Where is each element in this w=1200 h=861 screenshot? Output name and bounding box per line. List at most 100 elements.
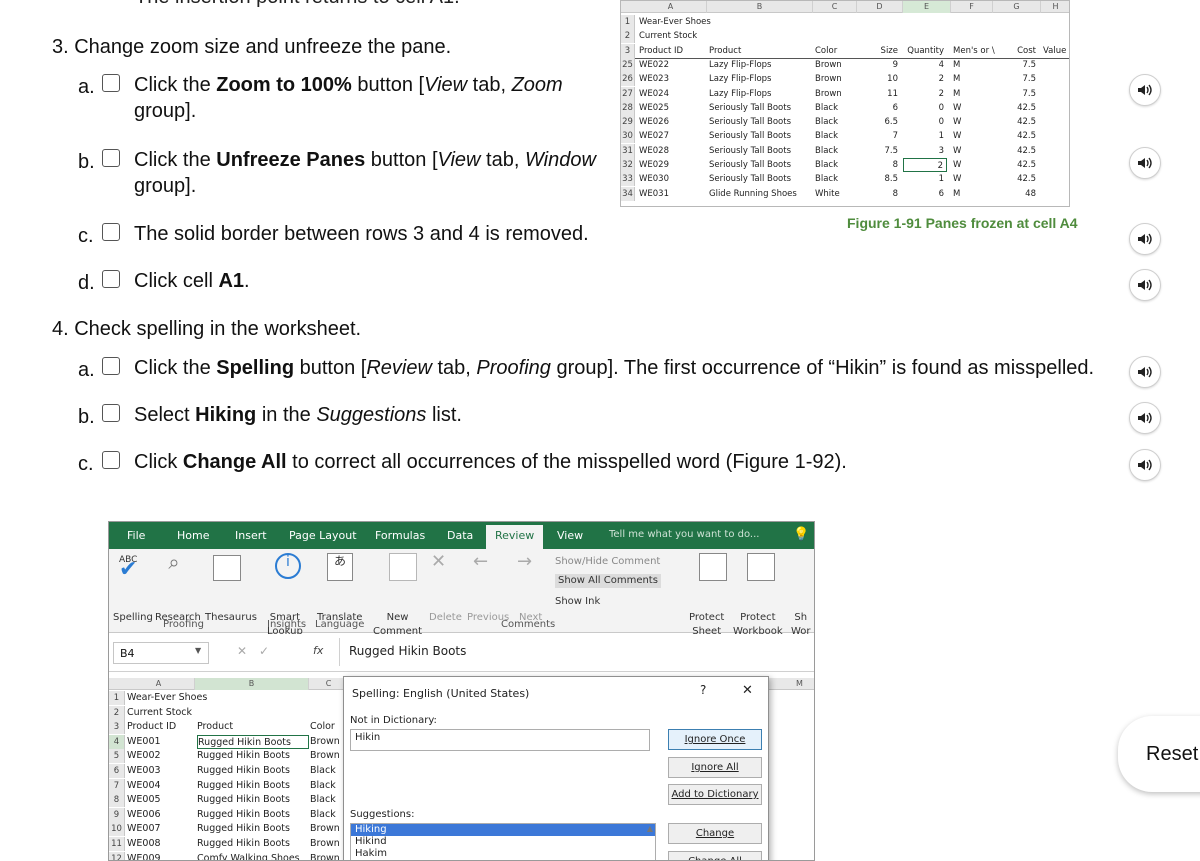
cell[interactable]: WE026: [637, 115, 707, 129]
cell[interactable]: Black: [813, 158, 857, 172]
not-in-dictionary-field[interactable]: Hikin: [350, 729, 650, 751]
cell[interactable]: W: [951, 101, 993, 115]
reset-button[interactable]: Reset: [1118, 716, 1200, 792]
show-all-comments-button[interactable]: Show All Comments: [555, 574, 661, 588]
cell[interactable]: Product: [197, 720, 309, 734]
cell[interactable]: M: [951, 58, 993, 72]
cell[interactable]: Brown: [813, 72, 857, 86]
add-to-dictionary-button[interactable]: Add to Dictionary: [668, 784, 762, 805]
suggestions-list[interactable]: Hiking Hikind Hakim ▲: [350, 823, 656, 860]
delete-comment-button[interactable]: Delete: [429, 611, 462, 625]
audio-button[interactable]: [1129, 147, 1161, 179]
cell[interactable]: 6: [857, 101, 901, 115]
cell[interactable]: Product ID: [637, 44, 707, 58]
cell[interactable]: Seriously Tall Boots: [707, 101, 813, 115]
audio-button[interactable]: [1129, 223, 1161, 255]
audio-button[interactable]: [1129, 356, 1161, 388]
audio-button[interactable]: [1129, 449, 1161, 481]
cell[interactable]: Quantity: [903, 44, 947, 58]
cell[interactable]: Rugged Hikin Boots: [197, 822, 309, 836]
step-4b-checkbox[interactable]: [102, 404, 120, 422]
change-all-button[interactable]: Change All: [668, 851, 762, 860]
cell[interactable]: W: [951, 144, 993, 158]
cell[interactable]: 2: [903, 158, 947, 172]
cell[interactable]: 42.5: [993, 115, 1039, 129]
cell[interactable]: Rugged Hikin Boots: [197, 808, 309, 822]
cell[interactable]: Current Stock: [127, 706, 195, 720]
help-button[interactable]: ?: [700, 683, 706, 697]
cell[interactable]: Seriously Tall Boots: [707, 115, 813, 129]
spelling-button[interactable]: Spelling: [113, 611, 153, 625]
tab-page-layout[interactable]: Page Layout: [289, 529, 357, 542]
cell[interactable]: W: [951, 172, 993, 186]
cell[interactable]: 3: [903, 144, 947, 158]
audio-button[interactable]: [1129, 269, 1161, 301]
step-4a-checkbox[interactable]: [102, 357, 120, 375]
step-3c-checkbox[interactable]: [102, 223, 120, 241]
chevron-down-icon[interactable]: ▼: [195, 646, 201, 655]
cell[interactable]: Wear-Ever Shoes: [637, 15, 711, 29]
cell[interactable]: Rugged Hikin Boots: [197, 793, 309, 807]
tab-insert[interactable]: Insert: [235, 529, 267, 542]
cell[interactable]: WE004: [127, 779, 195, 793]
cell[interactable]: Current Stock: [637, 29, 707, 43]
show-hide-comment-button[interactable]: Show/Hide Comment: [555, 555, 660, 569]
cell[interactable]: Rugged Hikin Boots: [197, 749, 309, 763]
cell[interactable]: M: [951, 87, 993, 101]
cell[interactable]: WE008: [127, 837, 195, 851]
cell[interactable]: M: [951, 72, 993, 86]
change-button[interactable]: Change: [668, 823, 762, 844]
cell[interactable]: WE005: [127, 793, 195, 807]
show-ink-button[interactable]: Show Ink: [555, 595, 600, 609]
cell[interactable]: 42.5: [993, 158, 1039, 172]
cell[interactable]: W: [951, 115, 993, 129]
cell[interactable]: WE002: [127, 749, 195, 763]
audio-button[interactable]: [1129, 74, 1161, 106]
scroll-up-icon[interactable]: ▲: [647, 824, 653, 833]
cell[interactable]: 42.5: [993, 144, 1039, 158]
cell[interactable]: WE031: [637, 187, 707, 201]
cell[interactable]: 2: [903, 87, 947, 101]
cell[interactable]: Rugged Hikin Boots: [197, 837, 309, 851]
suggestion-item[interactable]: Hiking: [351, 824, 655, 836]
cell[interactable]: Black: [813, 144, 857, 158]
fx-icon[interactable]: fx: [313, 644, 323, 657]
cell[interactable]: Rugged Hikin Boots: [197, 764, 309, 778]
cell[interactable]: 42.5: [993, 129, 1039, 143]
cell[interactable]: WE027: [637, 129, 707, 143]
cell[interactable]: Black: [813, 172, 857, 186]
cell[interactable]: WE029: [637, 158, 707, 172]
thesaurus-button[interactable]: Thesaurus: [205, 611, 257, 625]
cell[interactable]: Seriously Tall Boots: [707, 158, 813, 172]
cell[interactable]: Rugged Hikin Boots: [197, 734, 309, 749]
close-icon[interactable]: ✕: [742, 683, 753, 698]
tab-data[interactable]: Data: [447, 529, 473, 542]
cell[interactable]: Lazy Flip-Flops: [707, 72, 813, 86]
cell[interactable]: 0: [903, 115, 947, 129]
cell[interactable]: [197, 691, 309, 705]
cell[interactable]: 8: [857, 158, 901, 172]
tell-me-search[interactable]: Tell me what you want to do...: [609, 529, 759, 540]
cell[interactable]: W: [951, 129, 993, 143]
cell[interactable]: Brown: [813, 58, 857, 72]
cell[interactable]: Comfy Walking Shoes: [197, 852, 309, 860]
cell[interactable]: WE006: [127, 808, 195, 822]
cell[interactable]: 8: [857, 187, 901, 201]
cell[interactable]: Cost: [993, 44, 1039, 58]
cell[interactable]: White: [813, 187, 857, 201]
cell[interactable]: WE025: [637, 101, 707, 115]
cell[interactable]: 6.5: [857, 115, 901, 129]
cell[interactable]: Black: [813, 115, 857, 129]
cell[interactable]: 4: [903, 58, 947, 72]
cell[interactable]: Seriously Tall Boots: [707, 172, 813, 186]
cell[interactable]: WE028: [637, 144, 707, 158]
audio-button[interactable]: [1129, 402, 1161, 434]
cell[interactable]: 9: [857, 58, 901, 72]
enter-icon[interactable]: ✓: [259, 644, 269, 658]
step-3d-checkbox[interactable]: [102, 270, 120, 288]
cell[interactable]: WE030: [637, 172, 707, 186]
cell[interactable]: Brown: [813, 87, 857, 101]
cell[interactable]: 2: [903, 72, 947, 86]
cell[interactable]: WE001: [127, 735, 195, 749]
cell[interactable]: WE024: [637, 87, 707, 101]
